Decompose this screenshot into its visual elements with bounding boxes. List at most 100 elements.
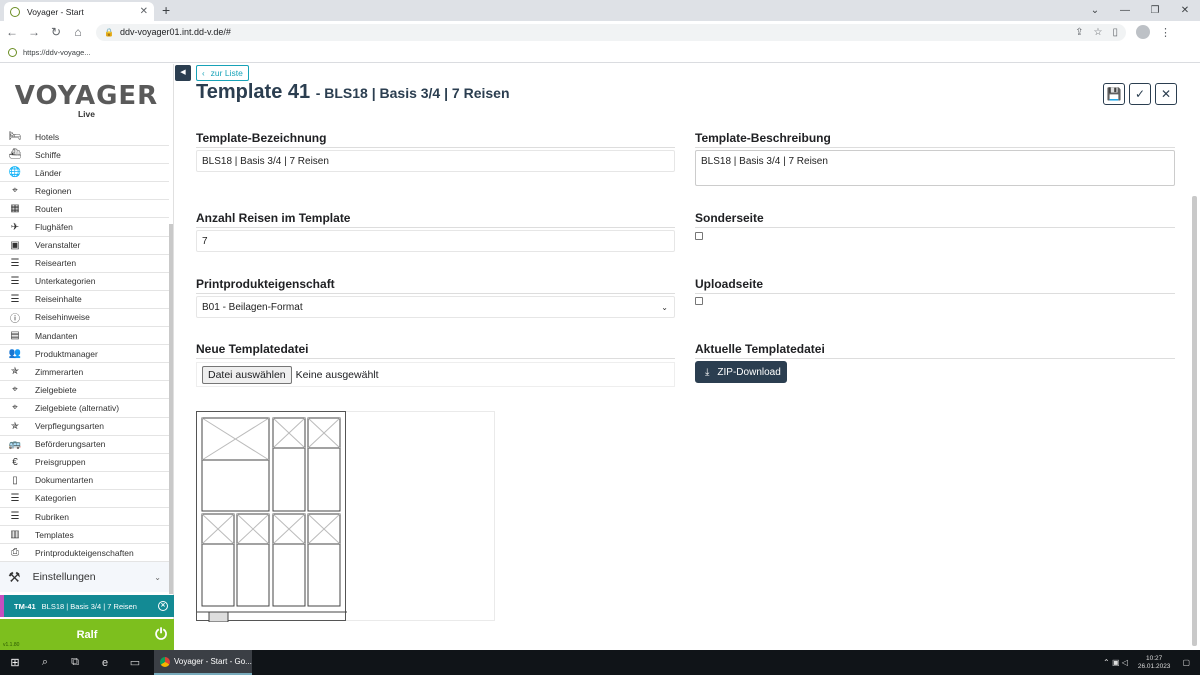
globe-icon: 🌐 (8, 167, 22, 179)
omnibox[interactable]: 🔒 ddv-voyager01.int.dd-v.de/# ⇪ ☆ ▯ (96, 23, 1126, 41)
windows-start-icon[interactable]: ⊞ (0, 656, 30, 669)
cancel-button[interactable]: ✕ (1155, 83, 1177, 105)
sidebar-item-flughäfen[interactable]: ✈ Flughäfen (0, 218, 169, 237)
close-circle-icon[interactable]: ✕ (158, 601, 168, 611)
bezeichnung-input[interactable]: BLS18 | Basis 3/4 | 7 Reisen (196, 150, 675, 172)
uploadseite-label: Uploadseite (695, 277, 1175, 294)
share-icon[interactable]: ⇪ (1075, 27, 1083, 38)
reload-icon[interactable]: ↻ (46, 25, 66, 39)
notification-icon[interactable]: ▢ (1182, 658, 1190, 667)
sidebar-item-mandanten[interactable]: ▤ Mandanten (0, 327, 169, 346)
profile-avatar-icon[interactable] (1136, 25, 1150, 39)
voyager-logo[interactable]: VOYAGER Live (0, 64, 173, 126)
page-subtitle: - BLS18 | Basis 3/4 | 7 Reisen (315, 85, 510, 101)
map-pin-icon: ⌖ (12, 185, 18, 197)
sidebar-item-label: Printprodukteigenschaften (35, 547, 134, 558)
back-icon[interactable]: ← (2, 25, 22, 39)
sidebar-item-regionen[interactable]: ⌖ Regionen (0, 182, 169, 201)
sidebar-scrollbar[interactable] (169, 224, 173, 594)
sidebar-item-label: Reisehinweise (35, 312, 90, 323)
user-name: Ralf (76, 628, 98, 641)
sidebar-item-zielgebiete-alternativ[interactable]: ⌖ Zielgebiete (alternativ) (0, 399, 169, 418)
file-upload-input[interactable]: Datei auswählen Keine ausgewählt (196, 362, 675, 387)
sidebar-item-kategorien[interactable]: ☰ Kategorien (0, 490, 169, 508)
sidebar-item-label: Länder (35, 167, 62, 178)
sidebar-item-länder[interactable]: 🌐 Länder (0, 164, 169, 183)
tab-search-icon[interactable]: ⌄ (1080, 0, 1110, 21)
sidebar-item-zielgebiete[interactable]: ⌖ Zielgebiete (0, 381, 169, 400)
sidebar-item-verpflegungsarten[interactable]: ✯ Verpflegungsarten (0, 418, 169, 436)
uploadseite-checkbox[interactable] (695, 297, 703, 305)
choose-file-button[interactable]: Datei auswählen (202, 365, 292, 384)
new-tab-icon[interactable]: + (162, 2, 170, 18)
forward-icon[interactable]: → (24, 25, 44, 39)
sidebar-item-routen[interactable]: ▦ Routen (0, 200, 169, 219)
sidebar-item-label: Reiseinhalte (35, 294, 82, 305)
sidebar-item-produktmanager[interactable]: 👥 Produktmanager (0, 345, 169, 364)
sidepanel-icon[interactable]: ▯ (1112, 27, 1118, 38)
collapse-sidebar-button[interactable]: ◀ (175, 65, 191, 81)
edge-icon[interactable]: e (90, 657, 120, 669)
sidebar-item-reiseinhalte[interactable]: ☰ Reiseinhalte (0, 291, 169, 309)
close-window-icon[interactable]: ✕ (1170, 0, 1200, 21)
sidebar-item-label: Zielgebiete (alternativ) (35, 402, 120, 413)
main-scrollbar[interactable] (1192, 196, 1197, 646)
sidebar-item-rubriken[interactable]: ☰ Rubriken (0, 508, 169, 527)
url-text[interactable]: ddv-voyager01.int.dd-v.de/# (120, 27, 1065, 37)
browser-tab[interactable]: Voyager - Start ✕ (4, 2, 154, 21)
list-icon: ☰ (10, 492, 20, 504)
anzahl-label: Anzahl Reisen im Template (196, 211, 675, 228)
zip-download-button[interactable]: ⤓ ZIP-Download (695, 361, 787, 383)
save-and-close-button[interactable]: ✓ (1129, 83, 1151, 105)
home-icon[interactable]: ⌂ (68, 25, 88, 39)
search-icon[interactable]: ⌕ (30, 656, 60, 669)
printprodukt-select[interactable]: B01 - Beilagen-Format ⌄ (196, 296, 675, 318)
sonderseite-checkbox[interactable] (695, 232, 703, 240)
clock[interactable]: 10:27 26.01.2023 (1138, 655, 1171, 671)
sidebar-item-unterkategorien[interactable]: ☰ Unterkategorien (0, 273, 169, 291)
clock-date: 26.01.2023 (1137, 662, 1171, 670)
system-tray: ⌃ ▣ ◁ 10:27 26.01.2023 ▢ (1103, 650, 1190, 675)
sidebar-item-label: Beförderungsarten (35, 439, 106, 450)
bookmark-link[interactable]: https://ddv-voyage... (23, 48, 91, 57)
sidebar-item-beförderungsarten[interactable]: 🚌 Beförderungsarten (0, 436, 169, 454)
lock-icon[interactable]: 🔒 (104, 28, 114, 37)
sidebar-item-einstellungen[interactable]: ⚒ Einstellungen ⌄ (0, 562, 169, 592)
sidebar-item-zimmerarten[interactable]: ✯ Zimmerarten (0, 363, 169, 382)
restore-icon[interactable]: ❐ (1140, 0, 1170, 21)
floppy-disk-icon: 💾 (1106, 87, 1122, 101)
version-label: v1.1.80 (3, 642, 20, 648)
anzahl-input[interactable]: 7 (196, 230, 675, 252)
id-card-icon: ▤ (10, 330, 20, 342)
sidebar-item-hotels[interactable]: 🛏 Hotels (0, 128, 169, 147)
bookmark-star-icon[interactable]: ☆ (1094, 27, 1103, 38)
tab-close-icon[interactable]: ✕ (140, 6, 148, 17)
beschreibung-textarea[interactable]: BLS18 | Basis 3/4 | 7 Reisen (695, 150, 1175, 186)
minimize-icon[interactable]: — (1110, 0, 1140, 21)
user-bar[interactable]: Ralf ⏻ (0, 619, 174, 650)
sidebar-item-schiffe[interactable]: ⛴ Schiffe (0, 146, 169, 165)
contact-icon: ▣ (10, 239, 20, 251)
sidebar-item-label: Zimmerarten (35, 366, 84, 377)
back-to-list-button[interactable]: ‹ zur Liste (196, 65, 249, 81)
sidebar-item-reisehinweise[interactable]: ⓘ Reisehinweise (0, 309, 169, 328)
sidebar-item-dokumentarten[interactable]: ▯ Dokumentarten (0, 472, 169, 490)
save-button[interactable]: 💾 (1103, 83, 1125, 105)
task-view-icon[interactable]: ⧉ (60, 656, 90, 669)
sidebar-item-preisgruppen[interactable]: € Preisgruppen (0, 454, 169, 472)
back-label: zur Liste (210, 68, 243, 78)
chevron-left-icon: ‹ (202, 68, 205, 78)
open-record-tab[interactable]: TM-41 BLS18 | Basis 3/4 | 7 Reisen ✕ (0, 595, 174, 617)
power-icon[interactable]: ⏻ (155, 626, 167, 643)
sidebar-item-label: Reisearten (35, 258, 77, 269)
sidebar-item-printprodukteigenschaften[interactable]: ⎙ Printprodukteigenschaften (0, 544, 169, 563)
tray-icons[interactable]: ⌃ ▣ ◁ (1103, 658, 1128, 667)
sidebar-item-label: Zielgebiete (35, 384, 77, 395)
browser-menu-icon[interactable]: ⋮ (1160, 26, 1171, 39)
sidebar-item-label: Verpflegungsarten (35, 421, 104, 432)
file-explorer-icon[interactable]: ▭ (120, 656, 150, 669)
sidebar-item-templates[interactable]: ▥ Templates (0, 526, 169, 545)
taskbar-chrome-app[interactable]: Voyager - Start - Go... (154, 650, 252, 675)
sidebar-item-reisearten[interactable]: ☰ Reisearten (0, 255, 169, 273)
sidebar-item-veranstalter[interactable]: ▣ Veranstalter (0, 237, 169, 255)
